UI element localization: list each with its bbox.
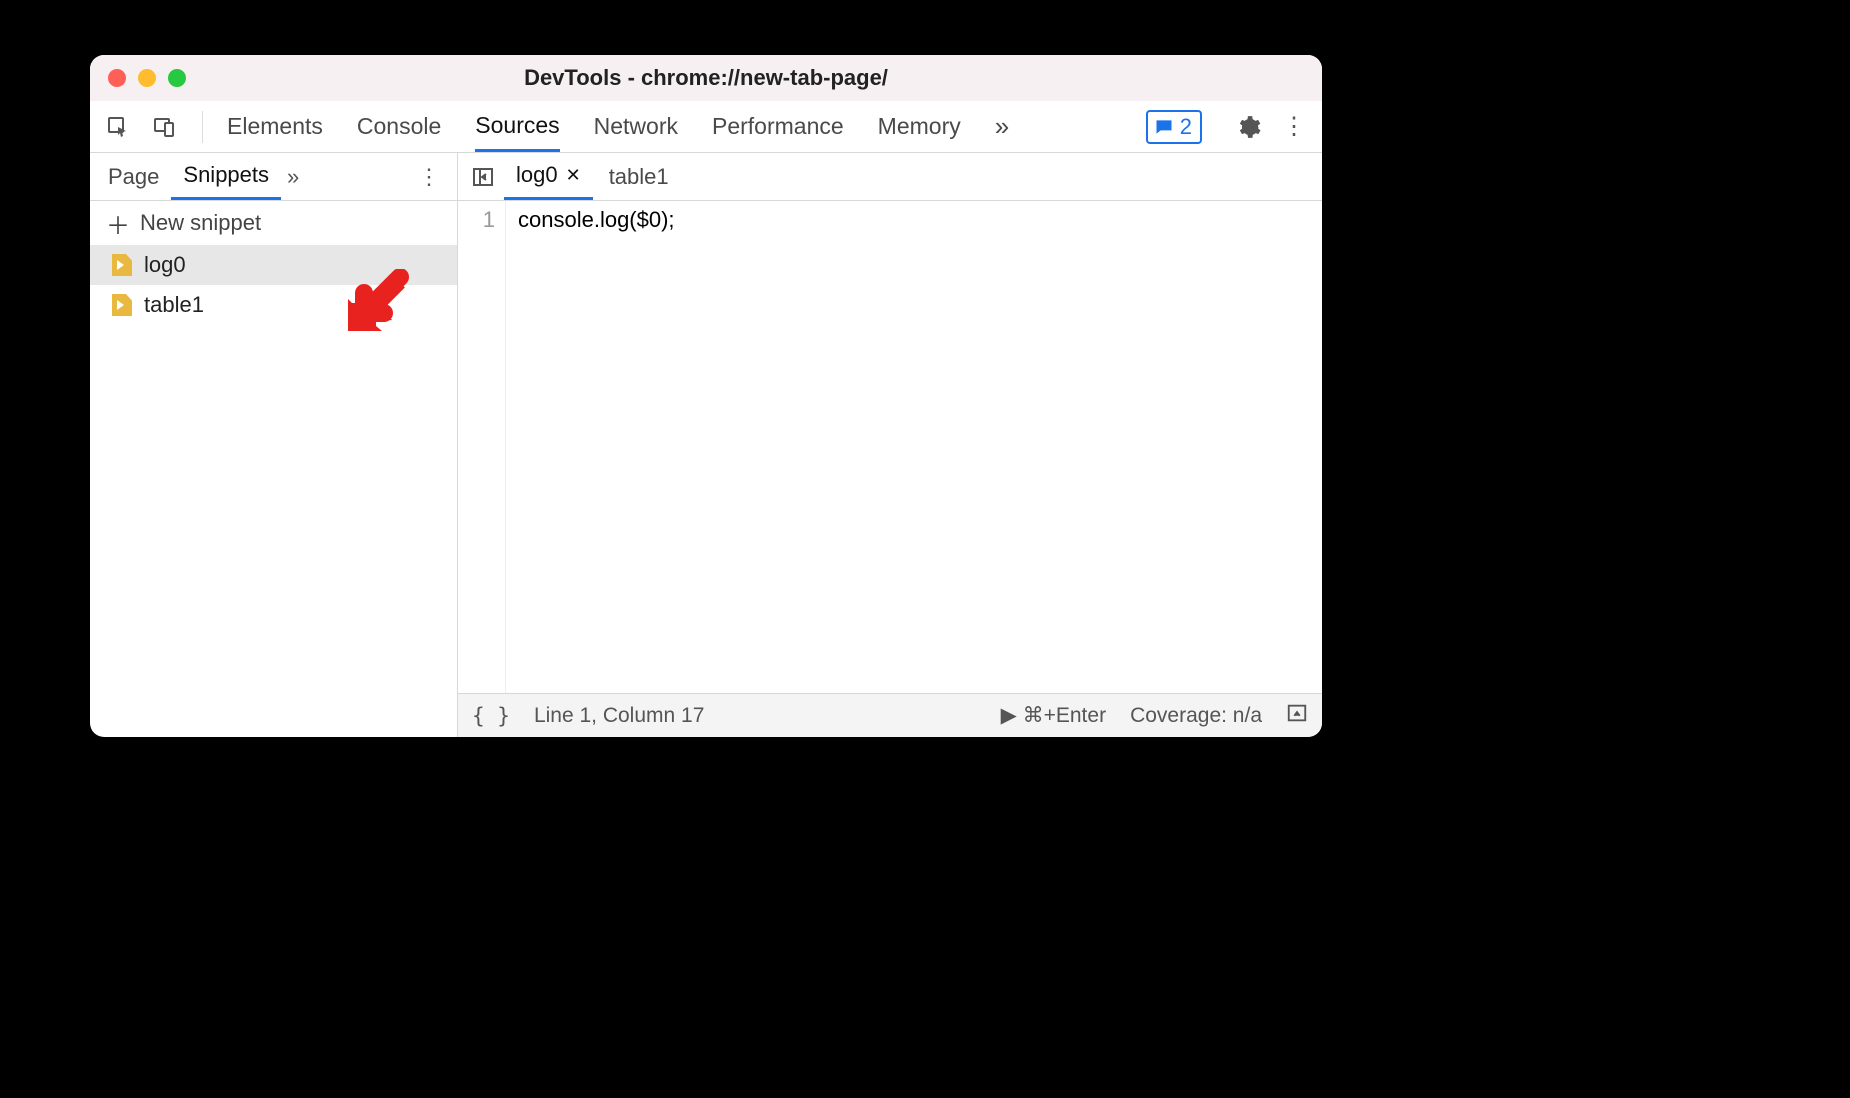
new-snippet-button[interactable]: ＋ New snippet [90,201,457,245]
editor-tabs: log0 ✕ table1 [458,153,1322,201]
tabs-overflow-icon[interactable]: » [995,101,1009,152]
annotation-arrow-icon [342,267,414,339]
navigator-tabs: Page Snippets » ⋮ [90,153,457,201]
close-window-button[interactable] [108,69,126,87]
devtools-window: DevTools - chrome://new-tab-page/ Elemen… [90,55,1322,737]
coverage-status[interactable]: Coverage: n/a [1130,704,1262,728]
snippet-name: table1 [144,292,204,318]
main-tabs: Elements Console Sources Network Perform… [227,101,1009,152]
editor-tab-label: log0 [516,162,558,188]
navigator-tab-page[interactable]: Page [96,153,171,200]
device-toolbar-icon[interactable] [150,113,178,141]
inspect-element-icon[interactable] [104,113,132,141]
line-gutter: 1 [458,201,506,693]
panel-body: Page Snippets » ⋮ ＋ New snippet log0 tab… [90,153,1322,737]
messages-count: 2 [1180,114,1192,140]
new-snippet-label: New snippet [140,210,261,236]
plus-icon: ＋ [106,206,130,241]
navigator-tab-snippets[interactable]: Snippets [171,153,281,200]
kebab-menu-icon[interactable]: ⋮ [1280,113,1308,141]
main-toolbar: Elements Console Sources Network Perform… [90,101,1322,153]
tab-elements[interactable]: Elements [227,101,323,152]
line-number: 1 [458,207,495,233]
close-tab-icon[interactable]: ✕ [566,165,581,186]
tab-memory[interactable]: Memory [878,101,961,152]
editor-statusbar: { } Line 1, Column 17 ▶ ⌘+Enter Coverage… [458,693,1322,737]
snippet-name: log0 [144,252,186,278]
editor-tab-label: table1 [609,164,669,190]
window-title: DevTools - chrome://new-tab-page/ [90,65,1322,91]
code-content[interactable]: console.log($0); [506,201,675,693]
tab-console[interactable]: Console [357,101,441,152]
navigator-tabs-overflow-icon[interactable]: » [287,164,299,190]
editor-tab-log0[interactable]: log0 ✕ [504,153,593,200]
messages-badge[interactable]: 2 [1146,110,1202,144]
editor-tab-table1[interactable]: table1 [597,153,681,200]
tab-network[interactable]: Network [594,101,678,152]
toolbar-divider [202,111,203,143]
window-titlebar: DevTools - chrome://new-tab-page/ [90,55,1322,101]
traffic-lights [108,69,186,87]
editor-area: log0 ✕ table1 1 console.log($0); { } Lin… [458,153,1322,737]
format-icon[interactable]: { } [472,704,510,728]
settings-gear-icon[interactable] [1234,113,1262,141]
run-snippet-button[interactable]: ▶ ⌘+Enter [1001,703,1106,728]
code-editor[interactable]: 1 console.log($0); [458,201,1322,693]
cursor-position: Line 1, Column 17 [534,704,704,728]
tab-sources[interactable]: Sources [475,101,559,152]
minimize-window-button[interactable] [138,69,156,87]
navigator-sidebar: Page Snippets » ⋮ ＋ New snippet log0 tab… [90,153,458,737]
snippet-file-icon [112,254,132,276]
snippet-file-icon [112,294,132,316]
show-drawer-icon[interactable] [1286,702,1308,730]
tab-performance[interactable]: Performance [712,101,844,152]
show-navigator-icon[interactable] [466,160,500,194]
code-line: console.log($0); [518,207,675,232]
navigator-kebab-icon[interactable]: ⋮ [418,164,441,190]
fullscreen-window-button[interactable] [168,69,186,87]
